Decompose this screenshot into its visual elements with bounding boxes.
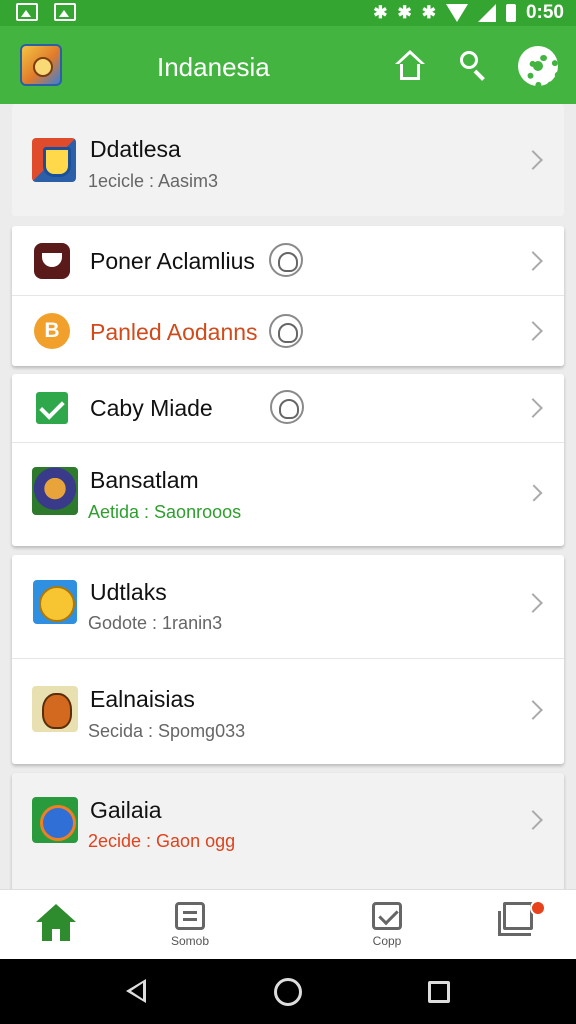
bottom-nav-search[interactable]: Somob xyxy=(150,890,230,960)
system-navigation-bar xyxy=(0,959,576,1024)
item-title: Gailaia xyxy=(90,797,162,823)
home-icon xyxy=(36,904,76,922)
app-bar: Indanesia xyxy=(0,26,576,104)
chevron-right-icon xyxy=(525,484,543,502)
bluetooth-icon: ✱ xyxy=(373,3,388,22)
list-item-ddatlesa[interactable]: Ddatlesa 1ecicle : Aasim3 xyxy=(12,104,564,216)
stack-icon xyxy=(498,902,533,936)
image-notification-icon xyxy=(16,3,38,21)
shield-icon xyxy=(32,138,76,182)
leaf-icon xyxy=(32,797,78,843)
coin-b-icon: B xyxy=(34,313,70,349)
checkbox-icon xyxy=(372,902,402,930)
bottom-nav-copy[interactable]: Copp xyxy=(347,890,427,960)
emoji-face-icon xyxy=(33,580,77,624)
gallery-notification-icon xyxy=(54,3,76,21)
item-title: Bansatlam xyxy=(90,467,199,493)
list-item-ealnaisias[interactable]: Ealnaisias Secida : Spomg033 xyxy=(12,658,564,764)
notification-dot xyxy=(530,900,546,916)
list-card: Poner Aclamlius B Panled Aodanns xyxy=(12,226,564,366)
battery-icon xyxy=(505,4,516,22)
settings-gear-icon[interactable] xyxy=(518,46,561,89)
warrior-icon xyxy=(32,686,78,732)
item-title: Panled Aodanns xyxy=(90,319,258,345)
item-title: Udtlaks xyxy=(90,579,167,605)
status-bar: ✱ ✱ ✱ 0:50 xyxy=(0,0,576,26)
document-icon xyxy=(175,902,205,930)
vibrate-icon: ✱ xyxy=(397,3,412,22)
list-item-gailaia[interactable]: Gailaia 2ecide : Gaon ogg xyxy=(12,773,564,883)
chevron-right-icon xyxy=(523,398,543,418)
check-icon xyxy=(36,392,68,424)
list-card: Ddatlesa 1ecicle : Aasim3 xyxy=(12,104,564,216)
bottom-nav-home[interactable] xyxy=(16,890,96,960)
status-time: 0:50 xyxy=(525,2,564,23)
list-card: Gailaia 2ecide : Gaon ogg xyxy=(12,773,564,893)
item-subtitle: Secida : Spomg033 xyxy=(88,721,246,741)
item-subtitle: Godote : 1ranin3 xyxy=(88,613,223,633)
chevron-right-icon xyxy=(523,150,543,170)
recent-apps-icon[interactable] xyxy=(428,981,450,1003)
list-item-panled-aodanns[interactable]: B Panled Aodanns xyxy=(12,295,564,366)
list-item-caby-miade[interactable]: Caby Miade xyxy=(12,374,564,442)
back-icon[interactable] xyxy=(126,979,146,1003)
chevron-right-icon xyxy=(523,251,543,271)
chevron-right-icon xyxy=(523,321,543,341)
list-item-bansatlam[interactable]: Bansatlam Aetida : Saonrooos xyxy=(12,442,564,546)
list-item-poner-aclamlius[interactable]: Poner Aclamlius xyxy=(12,226,564,295)
bottom-nav-label: Copp xyxy=(372,934,402,948)
home-icon[interactable] xyxy=(392,48,428,84)
item-subtitle: 1ecicle : Aasim3 xyxy=(88,171,219,191)
bottom-nav-label: Somob xyxy=(170,934,210,948)
item-subtitle: 2ecide : Gaon ogg xyxy=(88,831,236,851)
achievement-badge-icon xyxy=(269,243,303,277)
list-card: Caby Miade Bansatlam Aetida : Saonrooos xyxy=(12,374,564,546)
app-title: Indanesia xyxy=(157,52,270,82)
wifi-icon xyxy=(445,4,468,22)
signal-icon xyxy=(477,4,496,22)
item-title: Poner Aclamlius xyxy=(90,248,255,274)
search-icon[interactable] xyxy=(456,48,492,84)
app-logo xyxy=(20,44,62,86)
item-title: Caby Miade xyxy=(90,395,213,421)
item-subtitle: Aetida : Saonrooos xyxy=(88,502,242,522)
item-title: Ddatlesa xyxy=(90,136,181,162)
bottom-nav-notifications[interactable] xyxy=(478,890,558,960)
chevron-right-icon xyxy=(523,810,543,830)
home-circle-icon[interactable] xyxy=(274,978,302,1006)
achievement-badge-icon xyxy=(270,390,304,424)
list-card: Udtlaks Godote : 1ranin3 Ealnaisias Seci… xyxy=(12,555,564,764)
mask-icon xyxy=(32,467,78,515)
bottom-navigation: Somob Copp xyxy=(0,889,576,959)
list-item-udtlaks[interactable]: Udtlaks Godote : 1ranin3 xyxy=(12,555,564,658)
achievement-badge-icon xyxy=(269,314,303,348)
item-title: Ealnaisias xyxy=(90,686,195,712)
chevron-right-icon xyxy=(523,700,543,720)
face-icon xyxy=(34,243,70,279)
bluetooth-icon-2: ✱ xyxy=(421,3,436,22)
chevron-right-icon xyxy=(523,593,543,613)
